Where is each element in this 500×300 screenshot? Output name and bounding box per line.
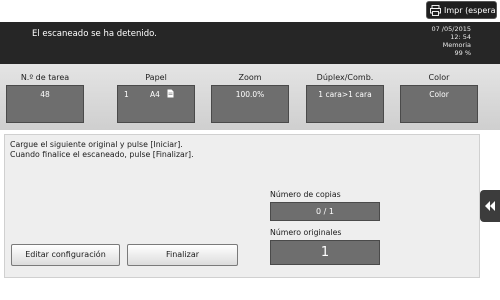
zoom-label: Zoom xyxy=(238,73,262,82)
memory-label: Memoria xyxy=(442,41,471,49)
paper-count: 1 xyxy=(124,90,129,99)
device-info: 07 /05/2015 12: 54 Memoria 99 % xyxy=(431,25,471,57)
zoom-field: Zoom 100.0% xyxy=(211,72,289,123)
duplex-field: Dúplex/Comb. 1 cara>1 cara xyxy=(306,72,384,123)
side-panel-tab[interactable] xyxy=(480,190,500,222)
paper-label: Papel xyxy=(145,73,167,82)
edit-settings-button[interactable]: Editar configuración xyxy=(11,244,120,266)
task-field: N.º de tarea 48 xyxy=(6,72,84,123)
paper-field: Papel 1 A4 xyxy=(117,72,195,123)
time-text: 12: 54 xyxy=(450,33,471,41)
zoom-value: 100.0% xyxy=(235,90,265,99)
finish-button[interactable]: Finalizar xyxy=(127,244,238,266)
originals-label: Número originales xyxy=(270,228,342,237)
task-value: 48 xyxy=(40,90,50,99)
top-strip xyxy=(0,0,500,22)
status-message: El escaneado se ha detenido. xyxy=(32,29,157,39)
double-chevron-left-icon xyxy=(485,201,495,211)
print-queue-label: Impr (espera xyxy=(444,6,496,15)
color-value: Color xyxy=(429,90,449,99)
print-queue-button[interactable]: Impr (espera xyxy=(426,1,497,19)
paper-value-box: 1 A4 xyxy=(117,85,195,123)
settings-band: N.º de tarea 48 Papel 1 A4 Zoom 100.0% D… xyxy=(0,64,500,130)
memory-value: 99 % xyxy=(454,49,471,57)
copies-value-box: 0 / 1 xyxy=(270,202,380,221)
instruction-line-2: Cuando finalice el escaneado, pulse [Fin… xyxy=(10,150,194,159)
instruction-line-1: Cargue el siguiente original y pulse [In… xyxy=(10,140,183,149)
date-text: 07 /05/2015 xyxy=(431,25,471,33)
copies-value: 0 / 1 xyxy=(316,207,334,216)
color-label: Color xyxy=(428,73,450,82)
color-field: Color Color xyxy=(400,72,478,123)
duplex-value: 1 cara>1 cara xyxy=(318,90,372,99)
status-header: El escaneado se ha detenido. 07 /05/2015… xyxy=(0,22,500,64)
duplex-value-box: 1 cara>1 cara xyxy=(306,85,384,123)
printer-icon xyxy=(430,5,441,16)
originals-value: 1 xyxy=(320,245,330,260)
instructions: Cargue el siguiente original y pulse [In… xyxy=(10,140,194,160)
color-value-box: Color xyxy=(400,85,478,123)
zoom-value-box: 100.0% xyxy=(211,85,289,123)
originals-value-box: 1 xyxy=(270,240,380,265)
duplex-label: Dúplex/Comb. xyxy=(316,73,374,82)
paper-size: A4 xyxy=(150,90,160,99)
task-value-box: 48 xyxy=(6,85,84,123)
copies-label: Número de copias xyxy=(270,190,341,199)
document-icon xyxy=(167,89,174,98)
task-label: N.º de tarea xyxy=(20,73,70,82)
